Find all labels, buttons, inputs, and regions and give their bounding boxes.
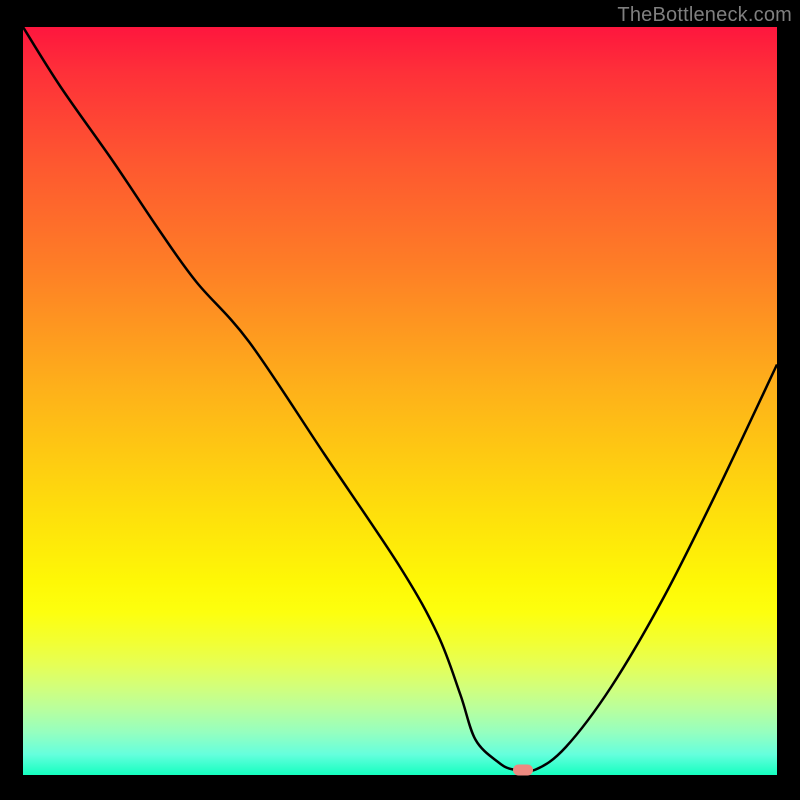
optimal-point-marker (513, 764, 533, 775)
plot-area (23, 27, 777, 777)
chart-frame: TheBottleneck.com (0, 0, 800, 800)
watermark-text: TheBottleneck.com (617, 4, 792, 27)
x-axis-baseline (23, 775, 777, 777)
bottleneck-curve (23, 27, 777, 777)
